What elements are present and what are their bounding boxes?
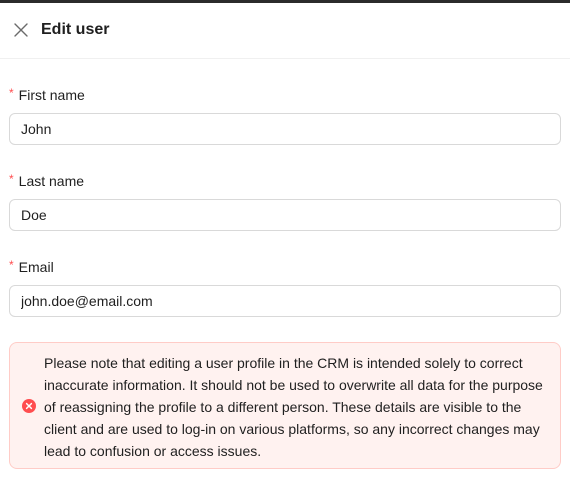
error-alert: Please note that editing a user profile …	[9, 342, 561, 469]
required-mark: *	[9, 172, 14, 186]
email-input[interactable]	[9, 285, 561, 317]
close-circle-icon	[22, 399, 36, 413]
first-name-label: * First name	[9, 86, 85, 105]
last-name-label-text: Last name	[18, 173, 85, 189]
drawer-header: Edit user	[0, 3, 570, 59]
required-mark: *	[9, 86, 14, 100]
email-label: * Email	[9, 258, 54, 277]
drawer-title: Edit user	[41, 21, 110, 38]
close-icon	[14, 23, 28, 37]
alert-message: Please note that editing a user profile …	[44, 355, 543, 459]
first-name-input[interactable]	[9, 113, 561, 145]
required-mark: *	[9, 258, 14, 272]
edit-user-drawer: Edit user *First name *Last name *Email …	[0, 3, 570, 479]
last-name-label: * Last name	[9, 172, 84, 191]
first-name-label-text: First name	[18, 87, 85, 103]
last-name-input[interactable]	[9, 199, 561, 231]
close-button[interactable]	[11, 20, 31, 40]
email-label-text: Email	[18, 259, 54, 275]
